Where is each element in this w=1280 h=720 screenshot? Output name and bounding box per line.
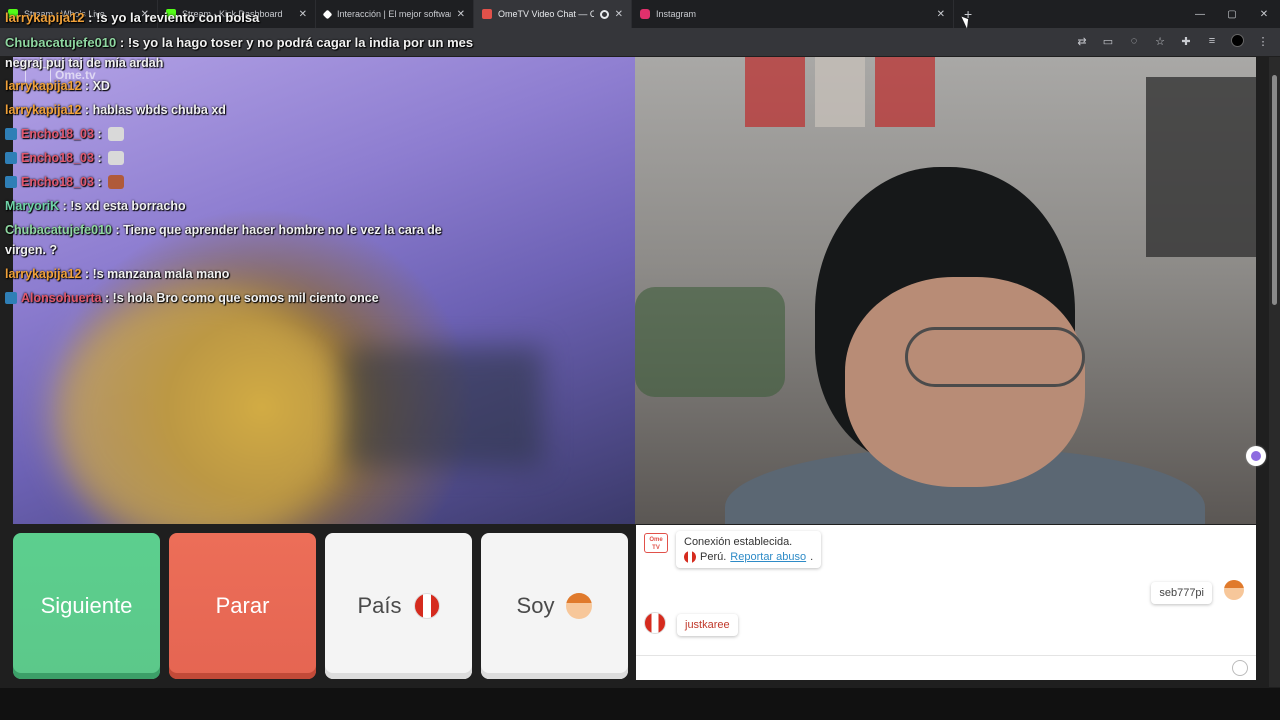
peru-flag-icon [644,612,666,634]
subscriber-badge-icon [5,152,17,164]
stop-button[interactable]: Parar [169,533,316,679]
chat-message: Encho18_03 : [5,175,124,189]
close-tab-icon[interactable]: ✕ [937,9,945,20]
browser-window: Stream - Who's Live ✕ Stream - Kick Dash… [0,0,1280,720]
self-video [635,57,1256,524]
background-furniture [1146,77,1256,257]
chat-message: Chubacatujefe010 : Tiene que aprender ha… [5,223,442,257]
person-glasses [905,327,1085,387]
chat-message: negraj puj taj de mía ardah [5,56,164,70]
wall-poster [815,57,865,127]
media-controls-icon[interactable]: ≡ [1205,34,1219,48]
toolbar-icons: ⇄ ▭ ◌ ☆ ✚ ≡ ⋮ [1075,34,1270,48]
chat-message: Encho18_03 : [5,151,124,165]
close-tab-icon[interactable]: ✕ [615,9,623,20]
subscriber-badge-icon [5,292,17,304]
my-name-bubble: seb777pi [1151,582,1212,604]
page-scrollbar[interactable] [1269,57,1280,687]
close-window-button[interactable]: ✕ [1248,0,1280,28]
next-button[interactable]: Siguiente [13,533,160,679]
instagram-icon [640,9,650,19]
bottom-bar [0,688,1280,720]
bookmark-star-icon[interactable]: ☆ [1153,34,1167,48]
ometv-icon [482,9,492,19]
profile-avatar[interactable] [1231,34,1244,47]
site-chat-panel: Ome TV Conexión establecida. Perú. Repor… [636,525,1256,680]
stranger-name-bubble: justkaree [677,614,738,636]
chat-message: Alonsohuerta : !s hola Bro como que somo… [5,291,379,305]
system-message: Conexión establecida. Perú. Reportar abu… [676,531,822,568]
cast-icon[interactable]: ▭ [1101,34,1115,48]
wall-poster [875,57,935,127]
subscriber-badge-icon [5,176,17,188]
chat-message: larrykapija12 : !s manzana mala mano [5,267,230,281]
chat-message: larrykapija12 : hablas wbds chuba xd [5,103,226,117]
translate-icon[interactable]: ⇄ [1075,34,1089,48]
ghost-emote-icon [107,127,124,141]
gender-button[interactable]: Soy [481,533,628,679]
chat-message: MaryoriK : !s xd esta borracho [5,199,186,213]
subscriber-badge-icon [5,128,17,140]
scrollbar-thumb[interactable] [1272,75,1277,305]
close-tab-icon[interactable]: ✕ [299,9,307,20]
diamond-icon [322,9,333,19]
chat-message: Chubacatujefe010 : !s yo la hago toser y… [5,35,474,50]
recording-icon [599,9,609,19]
smiley-icon[interactable] [1232,660,1248,676]
peru-flag-icon [413,593,440,619]
eye-off-icon[interactable]: ◌ [1127,34,1141,48]
report-abuse-link[interactable]: Reportar abuso [730,551,806,563]
chat-message: larrykapija12 : XD [5,79,110,93]
extension-floating-icon[interactable] [1246,446,1266,466]
boy-icon [566,593,593,619]
menu-dots-icon[interactable]: ⋮ [1256,34,1270,48]
boy-avatar-icon [1224,580,1244,600]
video-blur [343,347,543,467]
chat-message: larrykapija12 : !s yo la reviento con bo… [5,10,260,25]
maximize-button[interactable]: ▢ [1216,0,1248,28]
ometv-logo-icon: Ome TV [644,533,668,553]
video-blur [53,287,353,524]
close-tab-icon[interactable]: ✕ [457,9,465,20]
minimize-button[interactable]: — [1184,0,1216,28]
chat-message-input[interactable] [636,655,1256,680]
background-toys [635,287,785,397]
wall-poster [745,57,805,127]
ghost-emote-icon [107,151,124,165]
window-controls: — ▢ ✕ [1184,0,1280,28]
tab-interaccion[interactable]: Interacción | El mejor software ✕ [316,0,474,28]
tab-instagram[interactable]: Instagram ✕ [632,0,954,28]
peru-flag-icon [684,551,696,563]
country-button[interactable]: País [325,533,472,679]
tab-ometv[interactable]: OmeTV Video Chat — Ome ✕ [474,0,632,28]
chat-message: Encho18_03 : [5,127,124,141]
extensions-icon[interactable]: ✚ [1179,34,1193,48]
image-emote-icon [107,175,124,189]
